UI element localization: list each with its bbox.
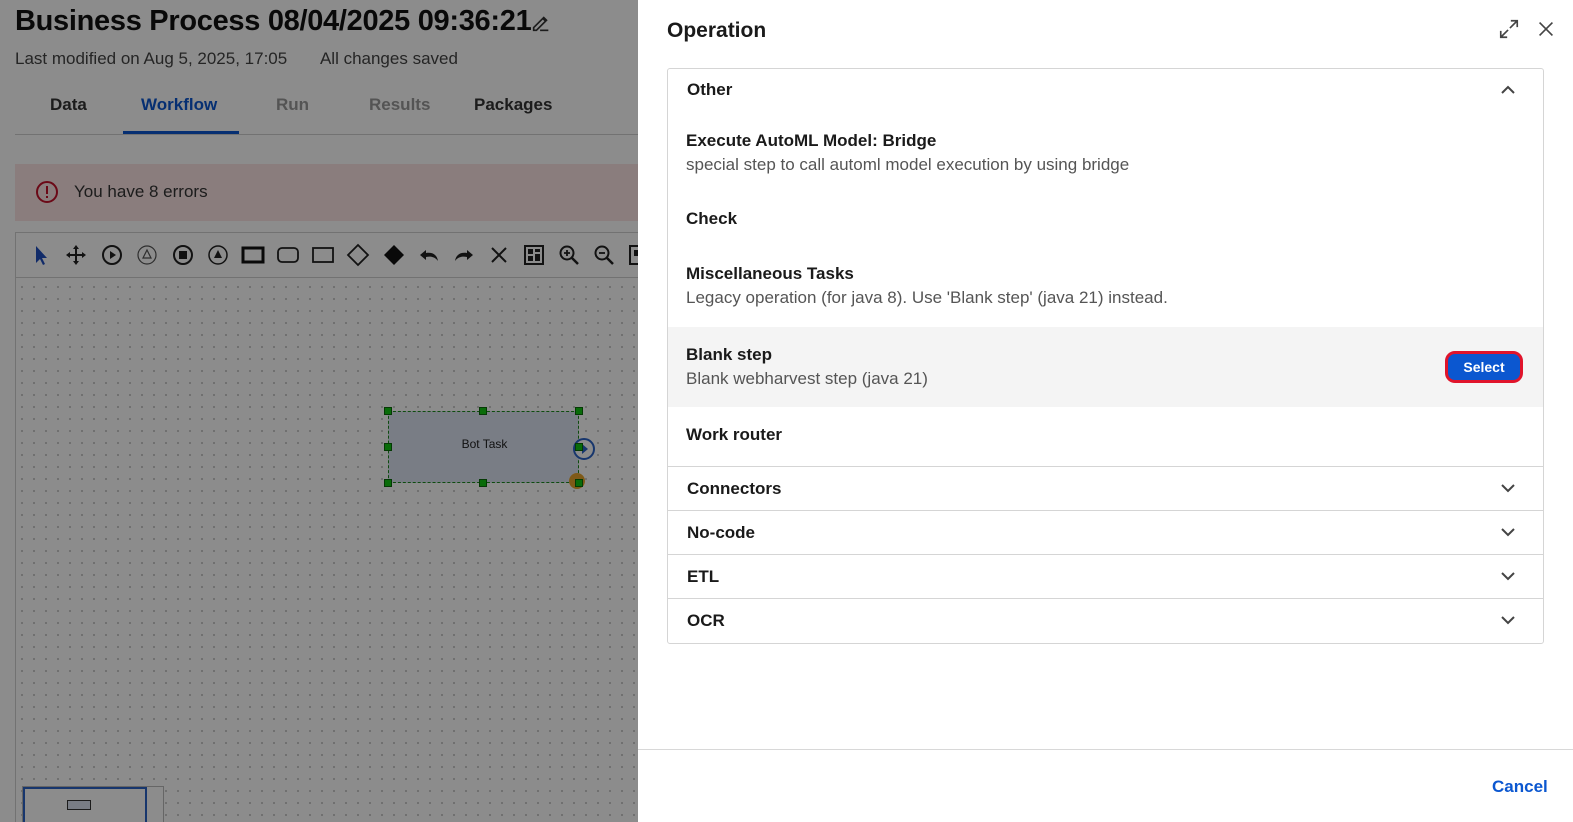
chevron-down-icon[interactable] — [1498, 522, 1518, 542]
operation-title: Miscellaneous Tasks — [686, 264, 854, 283]
operation-description: Blank webharvest step (java 21) — [686, 369, 928, 388]
group-header-no-code[interactable]: No-code — [668, 511, 1543, 555]
operation-list: Other Execute AutoML Model: Bridge speci… — [667, 68, 1544, 644]
operation-title: Work router — [686, 425, 783, 444]
operation-title: Execute AutoML Model: Bridge — [686, 131, 937, 150]
group-label: ETL — [687, 567, 720, 586]
group-header-connectors[interactable]: Connectors — [668, 467, 1543, 511]
group-label: Other — [687, 80, 733, 99]
chevron-down-icon[interactable] — [1498, 610, 1518, 630]
operation-item-selected[interactable]: Blank step Blank webharvest step (java 2… — [668, 327, 1543, 407]
operation-item[interactable]: Miscellaneous Tasks Legacy operation (fo… — [668, 249, 1543, 319]
expand-icon[interactable] — [1498, 18, 1520, 40]
cancel-button[interactable]: Cancel — [1492, 777, 1548, 797]
footer-divider — [638, 749, 1573, 750]
group-header-other[interactable]: Other — [668, 69, 1543, 113]
group-label: No-code — [687, 523, 755, 542]
operation-drawer: Operation Other Execute AutoML Model: Br… — [638, 0, 1573, 822]
drawer-title: Operation — [667, 19, 767, 42]
select-button[interactable]: Select — [1445, 351, 1523, 383]
chevron-down-icon[interactable] — [1498, 478, 1518, 498]
operation-item[interactable]: Work router — [668, 409, 1543, 465]
chevron-up-icon[interactable] — [1498, 80, 1518, 100]
close-icon[interactable] — [1535, 18, 1557, 40]
group-header-ocr[interactable]: OCR — [668, 599, 1543, 643]
operation-description: special step to call automl model execut… — [686, 155, 1130, 174]
operation-description: Legacy operation (for java 8). Use 'Blan… — [686, 288, 1168, 307]
operation-title: Blank step — [686, 345, 772, 364]
chevron-down-icon[interactable] — [1498, 566, 1518, 586]
operation-item[interactable]: Execute AutoML Model: Bridge special ste… — [668, 115, 1543, 179]
group-header-etl[interactable]: ETL — [668, 555, 1543, 599]
operation-title: Check — [686, 209, 738, 228]
group-label: Connectors — [687, 479, 782, 498]
operation-item[interactable]: Check — [668, 193, 1543, 239]
group-label: OCR — [687, 611, 725, 630]
